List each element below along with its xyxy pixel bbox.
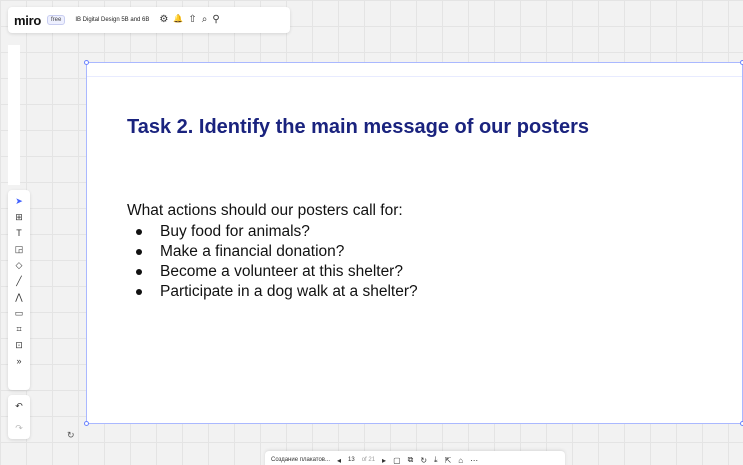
template-tool-icon[interactable]: ⊞: [11, 211, 27, 223]
frame-guide-line: [87, 76, 742, 77]
bullet-list: Buy food for animals? Make a financial d…: [127, 222, 627, 302]
pin-icon[interactable]: ⚲: [212, 15, 219, 25]
sticky-note-tool-icon[interactable]: ◲: [11, 243, 27, 255]
settings-icon[interactable]: ⚙: [159, 15, 168, 25]
slide-title: Task 2. Identify the main message of our…: [127, 116, 589, 138]
top-icons: ⚙ 🔔 ⇧ ⌕ ⚲: [159, 15, 219, 25]
undo-redo-panel: ↶ ↷: [8, 395, 30, 439]
list-item: Make a financial donation?: [127, 242, 627, 262]
connector-tool-icon[interactable]: ⋀: [11, 291, 27, 303]
frame-handle-bottom-left[interactable]: [84, 421, 89, 426]
text-tool-icon[interactable]: T: [11, 227, 27, 239]
cursor-icon: ↻: [67, 430, 75, 440]
list-item: Participate in a dog walk at a shelter?: [127, 282, 627, 302]
frame-handle-top-left[interactable]: [84, 60, 89, 65]
notifications-icon[interactable]: 🔔: [173, 15, 183, 25]
export-icon[interactable]: ⇱: [445, 456, 452, 465]
select-tool-icon[interactable]: ➤: [11, 195, 27, 207]
pen-tool-icon[interactable]: ╱: [11, 275, 27, 287]
search-icon[interactable]: ⌕: [202, 15, 208, 25]
comment-tool-icon[interactable]: ▭: [11, 307, 27, 319]
redo-icon[interactable]: ↷: [11, 422, 27, 434]
list-item: Buy food for animals?: [127, 222, 627, 242]
next-frame-icon[interactable]: ▸: [382, 456, 386, 465]
slide-body: What actions should our posters call for…: [127, 201, 627, 302]
top-bar: miro free IB Digital Design 5B and 6B ⚙ …: [8, 7, 290, 33]
copy-frame-icon[interactable]: ⧉: [408, 455, 414, 465]
shapes-tool-icon[interactable]: ◇: [11, 259, 27, 271]
plan-badge[interactable]: free: [46, 15, 66, 25]
side-panel-strip: [8, 45, 20, 185]
current-page: 13: [348, 457, 355, 463]
more-icon[interactable]: ⋯: [470, 456, 478, 465]
share-icon[interactable]: ⇧: [188, 15, 196, 25]
slide-intro: What actions should our posters call for…: [127, 202, 403, 219]
upload-tool-icon[interactable]: ⊡: [11, 339, 27, 351]
list-item: Become a volunteer at this shelter?: [127, 262, 627, 282]
miro-logo[interactable]: miro: [14, 13, 41, 28]
slide-view-icon[interactable]: ▢: [393, 456, 401, 465]
prev-frame-icon[interactable]: ◂: [337, 456, 341, 465]
present-icon[interactable]: ↻: [420, 456, 427, 465]
board-name[interactable]: IB Digital Design 5B and 6B: [75, 17, 149, 23]
slide-frame[interactable]: Task 2. Identify the main message of our…: [84, 60, 743, 426]
undo-icon[interactable]: ↶: [11, 400, 27, 412]
more-tools-icon[interactable]: »: [11, 355, 27, 367]
presentation-bar: Создание плакатов... ◂ 13 of 21 ▸ ▢ ⧉ ↻ …: [265, 451, 565, 465]
lock-icon[interactable]: ⌂: [458, 456, 463, 465]
left-toolbar: ➤ ⊞ T ◲ ◇ ╱ ⋀ ▭ ⌗ ⊡ »: [8, 190, 30, 390]
frame-name[interactable]: Создание плакатов...: [271, 457, 330, 463]
download-icon[interactable]: ⤓: [434, 455, 438, 465]
total-pages: of 21: [361, 457, 376, 463]
frame-tool-icon[interactable]: ⌗: [11, 323, 27, 335]
